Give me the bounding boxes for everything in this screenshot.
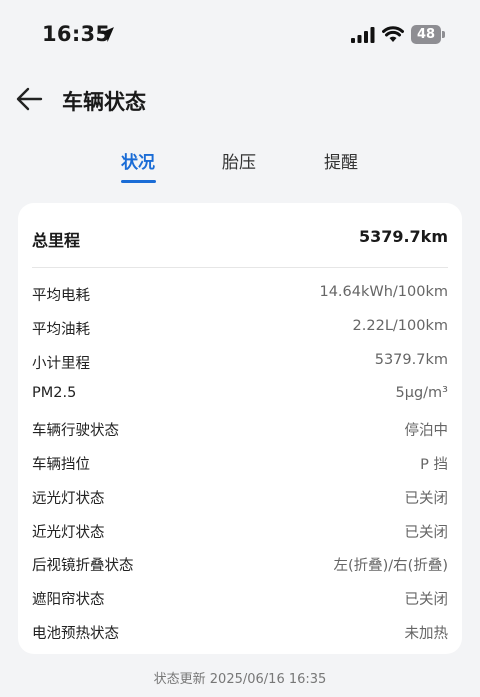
row-value: 14.64kWh/100km — [319, 284, 448, 300]
list-item: 车辆行驶状态 停泊中 — [32, 416, 448, 450]
total-mileage-label: 总里程 — [32, 231, 81, 250]
row-label: 后视镜折叠状态 — [32, 558, 134, 575]
location-arrow-icon — [99, 27, 114, 42]
list-item: 平均油耗 2.22L/100km — [32, 315, 448, 349]
row-value: 未加热 — [404, 625, 449, 642]
page-title: 车辆状态 — [62, 90, 146, 114]
row-label: 小计里程 — [32, 355, 90, 372]
row-label: 平均油耗 — [32, 321, 90, 338]
arrow-left-icon[interactable] — [16, 86, 44, 112]
vehicle-status-card: 总里程 5379.7km 平均电耗 14.64kWh/100km 平均油耗 2.… — [18, 203, 462, 654]
row-label: 近光灯状态 — [32, 524, 105, 541]
row-value: 5379.7km — [374, 351, 448, 368]
tab-bar: 状况 胎压 提醒 — [0, 145, 480, 187]
row-value: P 挡 — [420, 456, 448, 473]
row-label: 车辆行驶状态 — [32, 423, 119, 440]
row-label: 电池预热状态 — [32, 625, 119, 642]
status-update-timestamp: 状态更新 2025/06/16 16:35 — [153, 672, 327, 687]
total-mileage-value: 5379.7km — [358, 227, 448, 246]
tab-tire-pressure[interactable]: 胎压 — [222, 148, 256, 173]
row-label: PM2.5 — [32, 385, 77, 402]
total-mileage-row: 总里程 5379.7km — [32, 227, 448, 251]
row-value: 5μg/m³ — [395, 385, 448, 402]
list-item: 远光灯状态 已关闭 — [32, 484, 448, 518]
status-list: 平均电耗 14.64kWh/100km 平均油耗 2.22L/100km 小计里… — [32, 281, 448, 653]
wifi-icon — [382, 26, 404, 42]
list-item: 车辆挡位 P 挡 — [32, 450, 448, 484]
status-bar: 16:35 48 — [0, 0, 480, 70]
header: 车辆状态 — [0, 78, 480, 120]
row-value: 已关闭 — [404, 490, 449, 507]
list-item: PM2.5 5μg/m³ — [32, 382, 448, 416]
list-item: 平均电耗 14.64kWh/100km — [32, 281, 448, 315]
list-item: 遮阳帘状态 已关闭 — [32, 585, 448, 619]
row-label: 遮阳帘状态 — [32, 592, 105, 609]
row-label: 远光灯状态 — [32, 490, 105, 507]
list-item: 小计里程 5379.7km — [32, 349, 448, 383]
battery-level: 48 — [411, 25, 441, 44]
battery-cap — [442, 31, 445, 38]
row-value: 左(折叠)/右(折叠) — [333, 558, 448, 575]
tab-status[interactable]: 状况 — [121, 148, 155, 173]
list-item: 电池预热状态 未加热 — [32, 619, 448, 653]
row-value: 停泊中 — [404, 423, 449, 440]
tab-active-indicator — [121, 180, 156, 183]
row-value: 已关闭 — [404, 524, 449, 541]
battery-icon: 48 — [411, 25, 445, 44]
row-value: 2.22L/100km — [352, 317, 448, 334]
tab-reminders[interactable]: 提醒 — [324, 148, 358, 173]
divider — [32, 267, 448, 268]
list-item: 近光灯状态 已关闭 — [32, 518, 448, 552]
row-value: 已关闭 — [404, 592, 449, 609]
list-item: 后视镜折叠状态 左(折叠)/右(折叠) — [32, 551, 448, 585]
row-label: 车辆挡位 — [32, 456, 90, 473]
cellular-signal-icon — [351, 27, 375, 43]
row-label: 平均电耗 — [32, 288, 90, 304]
